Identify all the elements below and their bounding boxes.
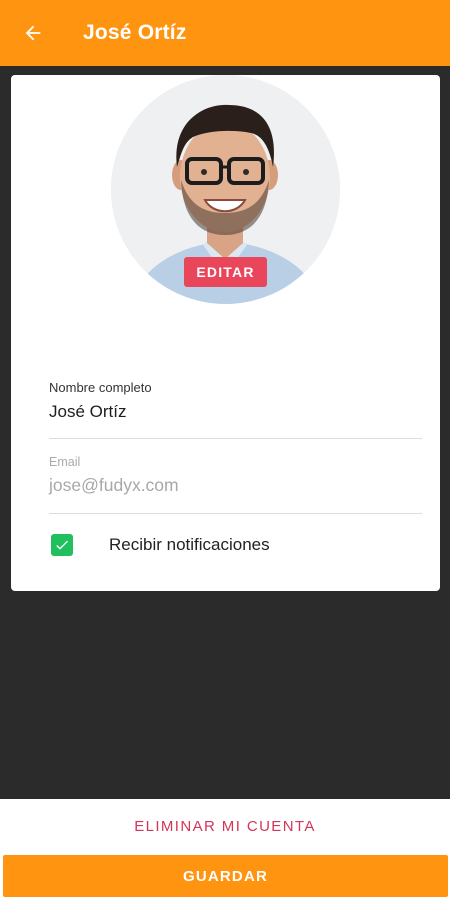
app-bar: José Ortíz bbox=[0, 0, 450, 66]
profile-card: EDITAR Nombre completo José Ortíz Email … bbox=[11, 75, 440, 591]
full-name-label: Nombre completo bbox=[49, 380, 152, 395]
arrow-left-icon bbox=[25, 25, 41, 41]
notifications-row[interactable]: Recibir notificaciones bbox=[51, 533, 270, 557]
back-button[interactable] bbox=[17, 17, 49, 49]
notifications-label: Recibir notificaciones bbox=[109, 535, 270, 554]
save-button[interactable]: GUARDAR bbox=[3, 855, 448, 897]
email-input[interactable]: jose@fudyx.com bbox=[49, 475, 422, 496]
email-field[interactable]: Email jose@fudyx.com bbox=[49, 455, 422, 514]
page-title: José Ortíz bbox=[83, 21, 187, 44]
email-label: Email bbox=[49, 455, 81, 469]
check-icon bbox=[56, 540, 68, 550]
full-name-input[interactable]: José Ortíz bbox=[49, 402, 422, 422]
notifications-checkbox[interactable] bbox=[51, 534, 73, 556]
full-name-field[interactable]: Nombre completo José Ortíz bbox=[49, 380, 422, 439]
delete-account-button[interactable]: ELIMINAR MI CUENTA bbox=[0, 799, 450, 854]
edit-photo-button[interactable]: EDITAR bbox=[184, 257, 267, 287]
